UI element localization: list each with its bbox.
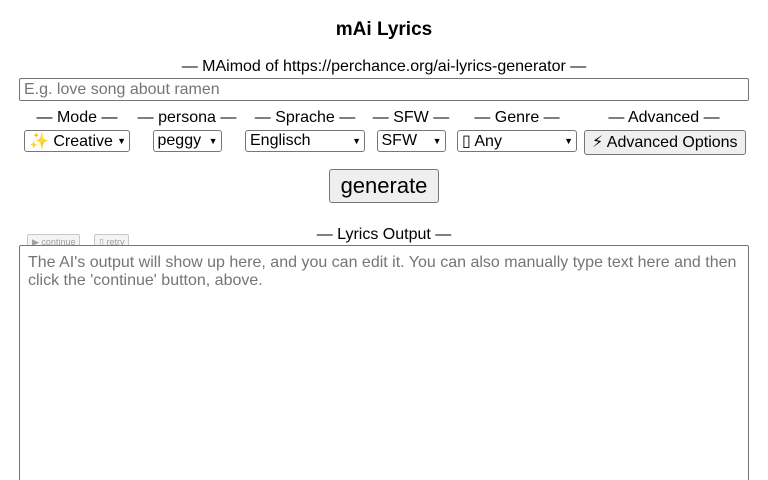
lyrics-output[interactable] bbox=[19, 245, 749, 480]
advanced-control: — Advanced — ⚡ Advanced Options bbox=[584, 109, 746, 155]
mode-control: — Mode — ✨ Creative ▼ bbox=[24, 109, 130, 152]
chevron-down-icon: ▼ bbox=[208, 136, 218, 146]
genre-label: — Genre — bbox=[474, 109, 560, 126]
genre-select[interactable]: ▯ Any ▼ bbox=[457, 130, 577, 152]
sfw-select[interactable]: SFW ▼ bbox=[376, 130, 446, 152]
advanced-label: — Advanced — bbox=[608, 109, 720, 126]
mode-label: — Mode — bbox=[36, 109, 118, 126]
chevron-down-icon: ▼ bbox=[352, 136, 361, 146]
page: mAi Lyrics — MAimod of https://perchance… bbox=[0, 0, 768, 480]
sfw-label: — SFW — bbox=[372, 109, 450, 126]
advanced-options-button[interactable]: ⚡ Advanced Options bbox=[584, 130, 746, 155]
persona-select-value: peggy bbox=[157, 132, 202, 149]
persona-control: — persona — peggy ▼ bbox=[135, 109, 239, 152]
app-title: mAi Lyrics bbox=[335, 19, 433, 40]
genre-control: — Genre — ▯ Any ▼ bbox=[457, 109, 577, 152]
output-label: — Lyrics Output — bbox=[316, 226, 452, 243]
prompt-input[interactable] bbox=[19, 78, 749, 101]
language-label: — Sprache — bbox=[254, 109, 356, 126]
sfw-select-value: SFW bbox=[381, 132, 418, 149]
language-control: — Sprache — Englisch ▼ bbox=[245, 109, 365, 152]
genre-select-value: ▯ Any bbox=[462, 133, 502, 150]
chevron-down-icon: ▼ bbox=[432, 136, 442, 146]
chevron-down-icon: ▼ bbox=[117, 136, 126, 146]
sfw-control: — SFW — SFW ▼ bbox=[370, 109, 452, 152]
generate-button[interactable]: generate bbox=[329, 169, 439, 203]
mode-select-value: ✨ Creative bbox=[29, 133, 113, 150]
app-subtitle: — MAimod of https://perchance.org/ai-lyr… bbox=[181, 58, 587, 75]
language-select[interactable]: Englisch ▼ bbox=[245, 130, 365, 152]
persona-label: — persona — bbox=[137, 109, 237, 126]
chevron-down-icon: ▼ bbox=[564, 136, 573, 146]
mode-select[interactable]: ✨ Creative ▼ bbox=[24, 130, 130, 152]
persona-select[interactable]: peggy ▼ bbox=[152, 130, 222, 152]
language-select-value: Englisch bbox=[250, 132, 311, 149]
